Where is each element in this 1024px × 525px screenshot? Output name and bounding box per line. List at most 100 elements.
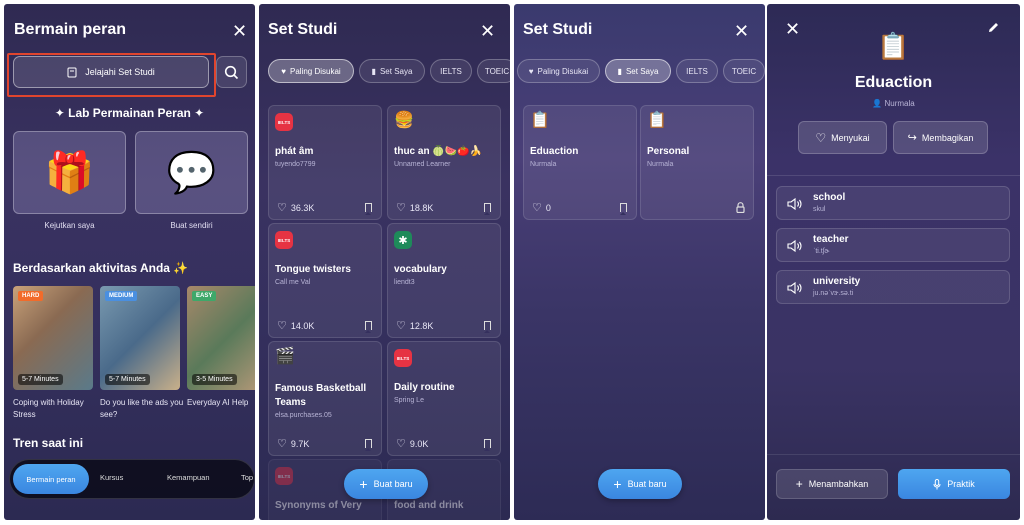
word-row[interactable]: school skul	[776, 186, 1010, 220]
search-button[interactable]	[216, 56, 247, 88]
heart-icon[interactable]: ♡	[277, 319, 287, 332]
clipboard-icon: 📋	[647, 112, 667, 129]
create-own-card[interactable]: 💬	[135, 131, 248, 214]
filter-toeic[interactable]: TOEIC	[723, 59, 765, 83]
plus-icon: +	[359, 476, 368, 492]
study-sets-panel: Set Studi ✕ ♥ Paling Disukai ▮ Set Saya IE…	[259, 4, 510, 520]
filter-most-liked[interactable]: ♥ Paling Disukai	[268, 59, 354, 83]
word-text: school	[813, 192, 846, 203]
word-row[interactable]: university ju.nəˈvɝ.sə.ti	[776, 270, 1010, 304]
set-title: Eduaction	[854, 74, 933, 91]
filter-most-liked[interactable]: ♥ Paling Disukai	[517, 59, 600, 83]
study-set-card[interactable]: IELTS Daily routine Spring Le ♡ 9.0K	[387, 341, 501, 456]
page-title: Set Studi	[523, 21, 593, 38]
filter-ielts[interactable]: IELTS	[676, 59, 718, 83]
study-set-card[interactable]: IELTS Tongue twisters Call me Val ♡ 14.0K	[268, 223, 382, 338]
close-icon[interactable]: ✕	[734, 22, 749, 40]
activity-card-1[interactable]: HARD 5-7 Minutes	[13, 286, 93, 390]
word-text: teacher	[813, 234, 849, 245]
filter-my-sets[interactable]: ▮ Set Saya	[359, 59, 425, 83]
create-own-label: Buat sendiri	[170, 221, 213, 230]
ielts-badge: IELTS	[394, 349, 412, 367]
heart-icon[interactable]: ♡	[532, 201, 542, 214]
filter-my-sets[interactable]: ▮ Set Saya	[605, 59, 671, 83]
bookmark-icon[interactable]	[484, 321, 491, 333]
duration-label: 5-7 Minutes	[105, 374, 150, 385]
ielts-badge: IELTS	[275, 113, 293, 131]
heart-icon[interactable]: ♡	[277, 201, 287, 214]
explore-label: Jelajahi Set Studi	[85, 67, 155, 77]
level-badge: EASY	[192, 291, 217, 301]
clapper-icon: 🎬	[275, 348, 295, 365]
activity-card-3[interactable]: EASY 3-5 Minutes	[187, 286, 255, 390]
duration-label: 5-7 Minutes	[18, 374, 63, 385]
bookmark-icon[interactable]	[484, 203, 491, 215]
my-sets-panel: Set Studi ✕ ♥ Paling Disukai ▮ Set Saya IE…	[514, 4, 765, 520]
book-icon	[67, 67, 77, 77]
study-set-card[interactable]: IELTS phát âm tuyendo7799 ♡ 36.3K	[268, 105, 382, 220]
nav-roleplay[interactable]: Bermain peran	[13, 464, 89, 494]
surprise-me-card[interactable]: 🎁	[13, 131, 126, 214]
word-phonetic: ˈti.tʃɚ	[813, 248, 830, 255]
plus-icon: +	[795, 477, 803, 491]
bookmark-icon[interactable]	[484, 439, 491, 451]
activity-caption: Everyday AI Help	[187, 398, 249, 407]
explore-study-sets-button[interactable]: Jelajahi Set Studi	[13, 56, 209, 88]
heart-icon[interactable]: ♡	[396, 201, 406, 214]
bookmark-icon[interactable]	[365, 203, 372, 215]
heart-icon[interactable]: ♡	[277, 437, 287, 450]
nav-skills[interactable]: Kemampuan	[167, 473, 210, 482]
close-icon[interactable]: ✕	[232, 22, 247, 40]
speaker-icon[interactable]	[787, 281, 803, 295]
roleplay-panel: Bermain peran ✕ Jelajahi Set Studi ✦ Lab…	[4, 4, 255, 520]
divider	[767, 175, 1020, 176]
bookmark-icon[interactable]	[365, 321, 372, 333]
divider	[767, 454, 1020, 455]
bookmark-icon: ▮	[371, 66, 376, 76]
speaker-icon[interactable]	[787, 197, 803, 211]
set-detail-panel: ✕ 📋 Eduaction 👤 Nurmala ♡ Menyukai ↪ Memba…	[767, 4, 1020, 520]
share-icon: ↪	[907, 132, 917, 144]
close-icon[interactable]: ✕	[480, 22, 495, 40]
lock-icon	[736, 202, 745, 213]
surprise-me-label: Kejutkan saya	[44, 221, 95, 230]
word-text: university	[813, 276, 861, 287]
activity-card-2[interactable]: MEDIUM 5-7 Minutes	[100, 286, 180, 390]
practice-button[interactable]: Praktik	[898, 469, 1010, 499]
search-icon	[224, 65, 239, 79]
heart-icon[interactable]: ♡	[396, 437, 406, 450]
study-set-card[interactable]: 📋 Personal Nurmala	[640, 105, 754, 220]
heart-icon: ♥	[281, 66, 287, 76]
activity-section-title: Berdasarkan aktivitas Anda ✨	[13, 261, 189, 275]
heart-icon: ♡	[815, 130, 827, 145]
word-phonetic: skul	[813, 206, 826, 213]
set-author: 👤 Nurmala	[872, 99, 915, 108]
study-set-card[interactable]: 🎬 Famous Basketball Teams elsa.purchases…	[268, 341, 382, 456]
lab-title: ✦ Lab Permainan Peran ✦	[54, 106, 205, 120]
create-new-button[interactable]: + Buat baru	[344, 469, 428, 499]
plus-icon: +	[613, 476, 622, 492]
study-set-card[interactable]: 📋 Eduaction Nurmala ♡ 0	[523, 105, 637, 220]
bookmark-icon[interactable]	[365, 439, 372, 451]
nav-top[interactable]: Top	[241, 473, 253, 482]
share-button[interactable]: ↪ Membagikan	[893, 121, 988, 154]
trend-section-title: Tren saat ini	[13, 436, 84, 450]
page-title: Bermain peran	[14, 21, 127, 38]
speaker-icon[interactable]	[787, 239, 803, 253]
filter-toeic[interactable]: TOEIC	[477, 59, 510, 83]
user-icon: 👤	[872, 99, 885, 108]
heart-icon[interactable]: ♡	[396, 319, 406, 332]
create-new-button[interactable]: + Buat baru	[598, 469, 682, 499]
word-row[interactable]: teacher ˈti.tʃɚ	[776, 228, 1010, 262]
page-title: Set Studi	[268, 21, 338, 38]
bookmark-icon[interactable]	[620, 203, 627, 215]
filter-ielts[interactable]: IELTS	[430, 59, 472, 83]
like-button[interactable]: ♡ Menyukai	[798, 121, 887, 154]
sparkle-icon: ✱	[394, 231, 412, 249]
nav-courses[interactable]: Kursus	[100, 473, 123, 482]
activity-caption: Do you like the ads you see?	[100, 398, 184, 419]
activity-caption: Coping with Holiday Stress	[13, 398, 84, 419]
study-set-card[interactable]: 🍔 thuc an 🍈🍉🍅🍌 Unnamed Learner ♡ 18.8K	[387, 105, 501, 220]
add-word-button[interactable]: + Menambahkan	[776, 469, 888, 499]
study-set-card[interactable]: ✱ vocabulary liendt3 ♡ 12.8K	[387, 223, 501, 338]
